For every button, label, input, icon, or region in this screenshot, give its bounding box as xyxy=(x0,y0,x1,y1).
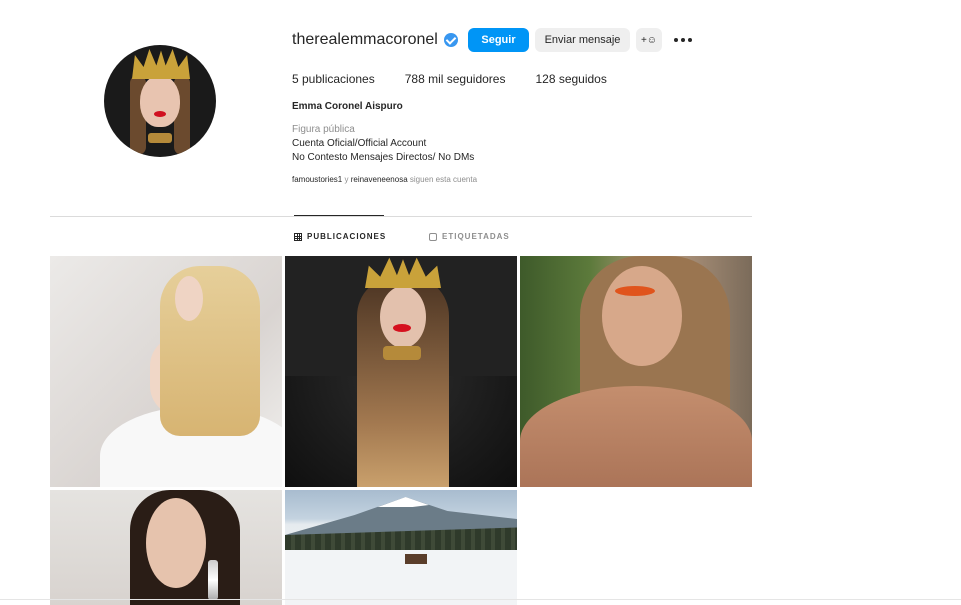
avatar-face xyxy=(140,75,180,127)
follow-button[interactable]: Seguir xyxy=(468,28,529,52)
followers-count[interactable]: 788 mil seguidores xyxy=(405,72,506,86)
profile-category: Figura pública xyxy=(292,124,355,135)
profile-bio-line-2: No Contesto Mensajes Directos/ No DMs xyxy=(292,152,475,163)
avatar-necklace xyxy=(148,133,172,143)
post-thumbnail[interactable] xyxy=(285,490,517,605)
post-2-crown xyxy=(365,257,441,288)
profile-header-row: therealemmacoronel xyxy=(292,28,458,52)
post-1-face xyxy=(175,276,203,321)
tagged-icon xyxy=(429,232,437,241)
following-count[interactable]: 128 seguidos xyxy=(535,72,606,86)
post-thumbnail[interactable] xyxy=(50,256,282,487)
profile-stats: 5 publicaciones 788 mil seguidores 128 s… xyxy=(292,72,637,86)
posts-count: 5 publicaciones xyxy=(292,72,375,86)
followed-by-connector: y xyxy=(342,175,351,184)
grid-icon xyxy=(294,232,302,241)
avatar-lips xyxy=(154,111,166,117)
profile-divider xyxy=(50,216,752,217)
post-2-face xyxy=(380,286,426,348)
followed-by-text[interactable]: famoustories1 y reinaveneenosa siguen es… xyxy=(292,175,477,184)
tab-posts-label: PUBLICACIONES xyxy=(307,232,387,241)
profile-full-name: Emma Coronel Aispuro xyxy=(292,101,403,112)
post-2-necklace xyxy=(383,346,421,360)
profile-bio-line-1: Cuenta Oficial/Official Account xyxy=(292,138,427,149)
post-4-face xyxy=(146,498,206,588)
avatar-crown xyxy=(132,49,190,79)
post-3-eyeshadow xyxy=(615,286,655,296)
bottom-edge-divider xyxy=(0,599,961,600)
suggest-users-button[interactable]: +☺ xyxy=(636,28,662,52)
post-thumbnail[interactable] xyxy=(50,490,282,605)
tab-tagged-label: ETIQUETADAS xyxy=(442,232,510,241)
add-user-icon: +☺ xyxy=(640,34,658,46)
verified-badge-icon xyxy=(443,33,458,47)
profile-username: therealemmacoronel xyxy=(292,31,438,48)
post-5-snowfield xyxy=(285,550,517,605)
active-tab-indicator xyxy=(294,215,384,216)
post-5-cabin xyxy=(405,554,427,564)
profile-avatar[interactable] xyxy=(104,45,216,157)
send-message-button[interactable]: Enviar mensaje xyxy=(535,28,630,52)
post-3-shoulders xyxy=(520,386,752,487)
post-thumbnail[interactable] xyxy=(520,256,752,487)
followed-by-suffix: siguen esta cuenta xyxy=(407,175,478,184)
post-thumbnail[interactable] xyxy=(285,256,517,487)
more-options-icon[interactable] xyxy=(672,31,694,49)
followed-by-user-1[interactable]: famoustories1 xyxy=(292,175,342,184)
post-3-face xyxy=(602,266,682,366)
tab-posts[interactable]: PUBLICACIONES xyxy=(294,232,386,241)
post-4-earring xyxy=(208,560,218,600)
tab-tagged[interactable]: ETIQUETADAS xyxy=(429,232,510,241)
post-2-lips xyxy=(393,324,411,332)
followed-by-user-2[interactable]: reinaveneenosa xyxy=(351,175,408,184)
